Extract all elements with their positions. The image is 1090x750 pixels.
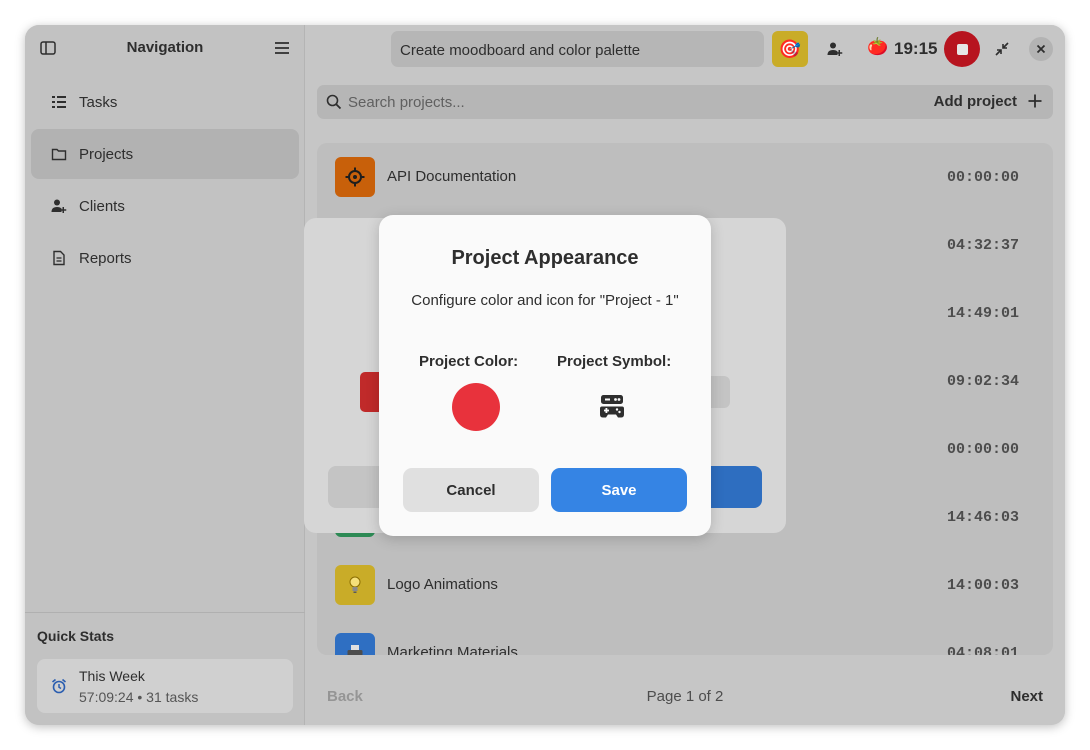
document-icon [53,250,65,266]
timer-display: 19:15 [894,39,938,58]
project-appearance-dialog: Project Appearance Configure color and i… [379,215,711,536]
project-time: 04:32:37 [946,237,1019,254]
sidebar-item-projects[interactable]: Projects [31,129,299,179]
folder-icon [51,148,67,161]
sidebar-item-reports[interactable]: Reports [31,233,299,283]
quick-stats-summary: 57:09:24 • 31 tasks [79,689,199,705]
assign-client-icon[interactable] [825,40,845,58]
dialog-title: Project Appearance [451,247,639,269]
project-name: Marketing Materials [387,644,518,655]
quick-stats-period: This Week [79,668,145,684]
project-time: 09:02:34 [946,373,1019,390]
sidebar-title: Navigation [126,39,204,56]
quick-stats-card: This Week 57:09:24 • 31 tasks [37,659,293,713]
lightbulb-icon [335,565,375,605]
next-button[interactable]: Next [1010,688,1043,705]
project-symbol-picker[interactable] [599,393,625,424]
project-color-label: Project Color: [419,353,519,370]
sidebar-item-label: Projects [79,145,134,163]
project-name: Logo Animations [387,576,498,593]
quick-stats-title: Quick Stats [37,628,115,644]
sidebar-header: Navigation [25,25,305,71]
sidebar-item-label: Reports [79,249,132,267]
printer-icon [335,633,375,655]
minimize-icon[interactable] [993,40,1011,58]
page-indicator: Page 1 of 2 [646,688,724,705]
close-window-button[interactable] [1029,37,1053,61]
stop-icon [956,43,968,55]
search-input[interactable]: Search projects... [348,94,465,111]
sidebar-item-clients[interactable]: Clients [31,181,299,231]
close-icon [1036,44,1046,54]
tomato-icon: 🍅 [867,37,889,56]
project-time: 14:00:03 [946,577,1019,594]
menu-icon[interactable] [273,40,291,56]
sidebar-item-label: Tasks [79,93,118,111]
user-add-icon [51,199,67,213]
crosshair-icon [335,157,375,197]
add-project-button[interactable]: Add project [934,93,1017,110]
current-task-input[interactable]: Create moodboard and color palette [391,31,764,67]
plus-icon[interactable] [1027,93,1043,109]
project-time: 04:08:01 [946,645,1019,655]
project-row[interactable]: Marketing Materials 04:08:01 [317,619,1053,655]
project-row[interactable]: API Documentation 00:00:00 [317,143,1053,211]
dialog-subtitle: Configure color and icon for "Project - … [411,292,679,309]
save-button[interactable]: Save [551,468,687,512]
project-time: 00:00:00 [946,441,1019,458]
project-row[interactable]: Logo Animations 14:00:03 [317,551,1053,619]
project-time: 14:46:03 [946,509,1019,526]
project-time: 00:00:00 [946,169,1019,186]
stop-timer-button[interactable] [944,31,980,67]
goal-button[interactable]: 🎯 [772,31,808,67]
project-time: 14:49:01 [946,305,1019,322]
project-search-bar[interactable]: Search projects... Add project [317,85,1053,119]
gamepad-icon [600,395,624,418]
cancel-button[interactable]: Cancel [403,468,539,512]
sidebar-item-tasks[interactable]: Tasks [31,77,299,127]
alarm-clock-icon [51,678,67,694]
quick-stats-divider [25,612,305,613]
list-icon [52,96,66,108]
search-icon [326,94,342,110]
target-icon: 🎯 [778,38,802,59]
project-name: API Documentation [387,168,517,185]
project-symbol-label: Project Symbol: [557,353,672,370]
sidebar: Navigation Tasks Projects Clients Report… [25,25,305,725]
project-color-picker[interactable] [452,383,500,431]
sidebar-item-label: Clients [79,197,125,215]
